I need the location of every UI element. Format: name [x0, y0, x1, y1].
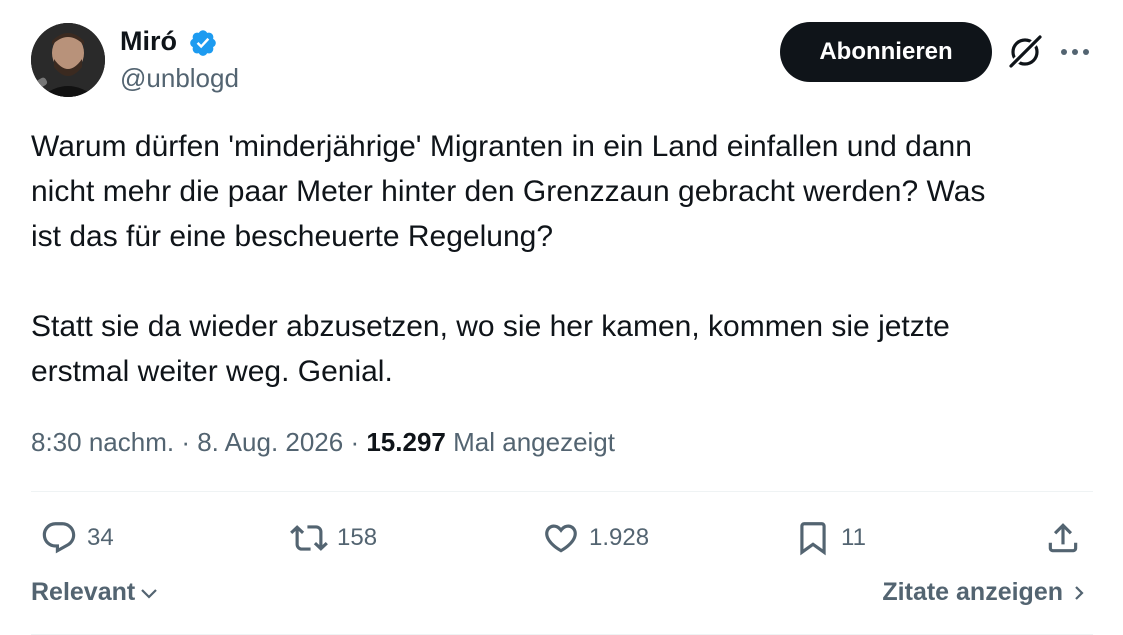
bookmark-button[interactable]: 11 — [794, 516, 866, 560]
repost-button[interactable]: 158 — [290, 516, 377, 560]
sort-dropdown[interactable]: Relevant — [31, 578, 161, 607]
avatar-image — [31, 23, 105, 97]
share-button[interactable] — [1044, 516, 1082, 560]
meta-separator: · — [343, 427, 367, 457]
bookmark-icon — [800, 522, 826, 556]
tweet-text: Warum dürfen 'minderjährige' Migranten i… — [31, 130, 986, 388]
more-icon[interactable] — [1058, 38, 1092, 66]
quotes-label: Zitate anzeigen — [882, 578, 1063, 606]
subscribe-button[interactable]: Abonnieren — [780, 22, 992, 82]
chevron-right-icon — [1075, 585, 1084, 600]
author-name[interactable]: Miró — [120, 24, 177, 58]
grok-icon[interactable] — [1006, 33, 1044, 71]
views-label: Mal angezeigt — [453, 427, 615, 457]
tweet-meta: 8:30 nachm. · 8. Aug. 2026 · 15.297 Mal … — [31, 424, 615, 460]
tweet-time[interactable]: 8:30 nachm. — [31, 427, 174, 457]
reply-count: 34 — [87, 524, 114, 551]
reply-icon — [42, 522, 76, 554]
verified-badge-icon[interactable] — [188, 28, 218, 58]
tweet-date[interactable]: 8. Aug. 2026 — [197, 427, 343, 457]
reply-button[interactable]: 34 — [40, 516, 114, 560]
views-count: 15.297 — [366, 427, 446, 457]
view-quotes-link[interactable]: Zitate anzeigen — [882, 578, 1089, 607]
avatar[interactable] — [31, 23, 105, 97]
bookmark-count: 11 — [841, 524, 866, 551]
share-icon — [1048, 523, 1078, 553]
author-handle[interactable]: @unblogd — [120, 62, 239, 94]
meta-separator: · — [174, 427, 198, 457]
like-button[interactable]: 1.928 — [542, 516, 649, 560]
repost-icon — [290, 525, 328, 551]
like-count: 1.928 — [589, 524, 650, 551]
repost-count: 158 — [337, 524, 378, 551]
divider — [31, 491, 1093, 492]
sort-label: Relevant — [31, 578, 136, 606]
chevron-down-icon — [141, 588, 157, 599]
like-icon — [545, 524, 577, 553]
